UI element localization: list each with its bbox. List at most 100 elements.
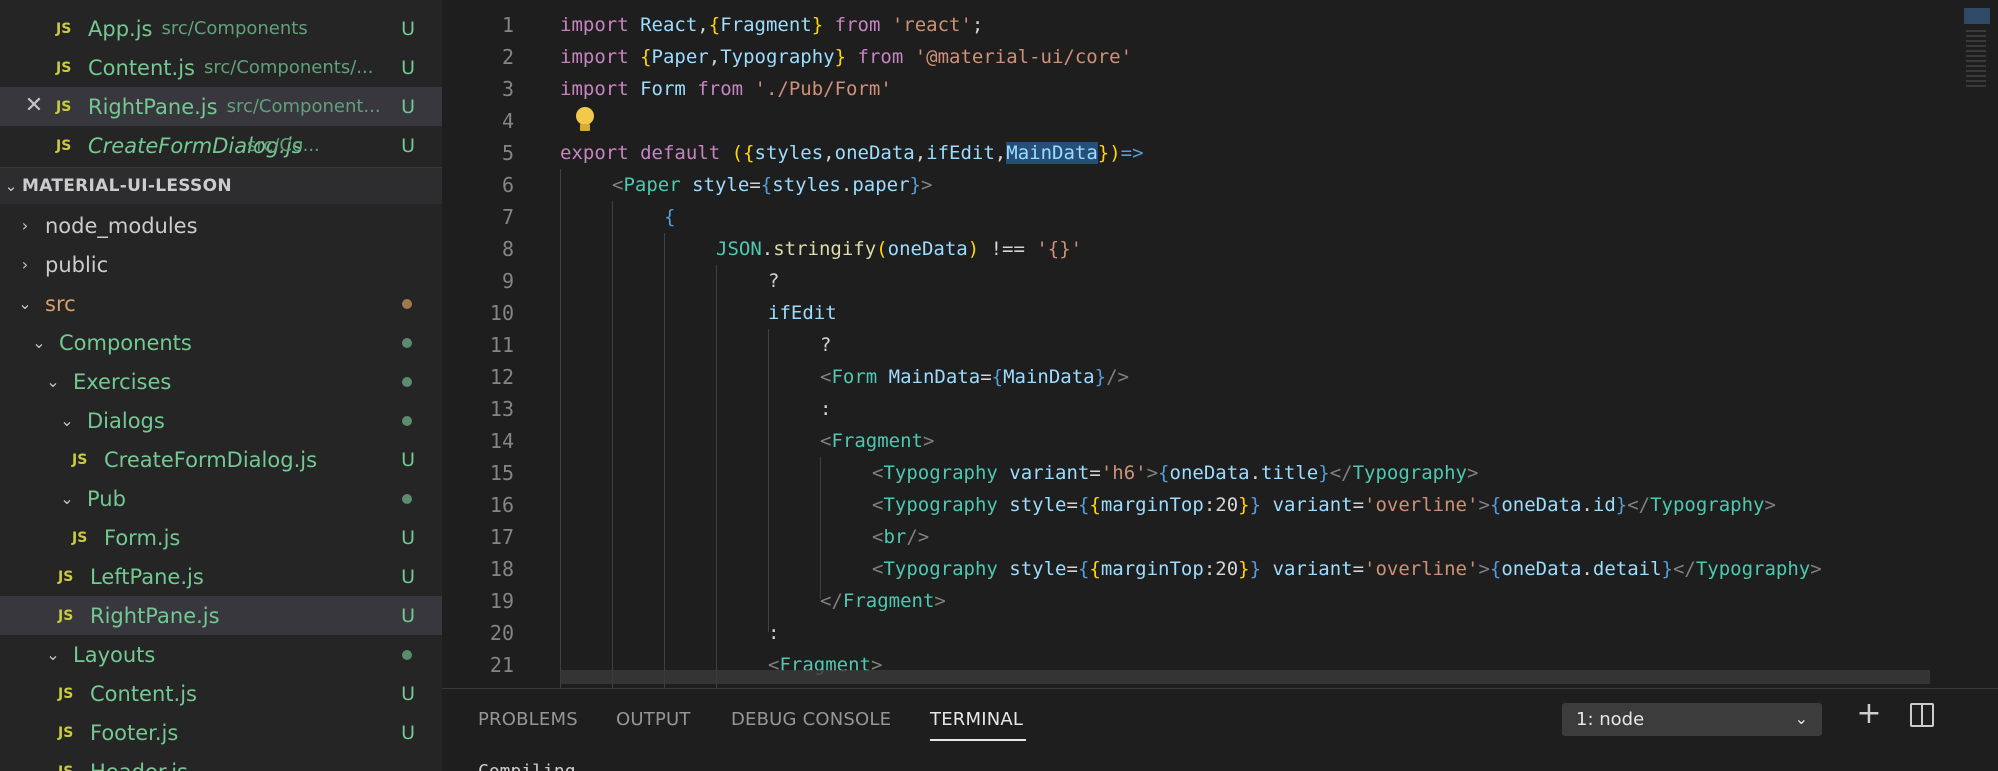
js-file-icon: JS	[58, 764, 78, 771]
git-status-untracked: U	[401, 682, 415, 705]
tree-item-label: Layouts	[73, 642, 156, 667]
code-line[interactable]: export default ({styles,oneData,ifEdit,M…	[560, 137, 1144, 169]
code-line[interactable]: <Typography style={{marginTop:20}} varia…	[872, 489, 1776, 521]
horizontal-scrollbar[interactable]	[560, 670, 1930, 684]
split-terminal-icon[interactable]	[1910, 703, 1934, 727]
tree-folder-src[interactable]: ⌄ src	[0, 284, 442, 323]
tree-file-form[interactable]: JS Form.js U	[0, 518, 442, 557]
js-file-icon: JS	[58, 724, 74, 741]
line-number: 8	[501, 237, 514, 261]
tab-problems[interactable]: PROBLEMS	[478, 709, 578, 730]
code-line[interactable]: <br/>	[872, 521, 929, 553]
open-editor-path: src/Co...	[247, 135, 320, 156]
tree-item-label: LeftPane.js	[90, 564, 204, 589]
code-line[interactable]: </Fragment>	[820, 585, 946, 617]
open-editor-item[interactable]: JS Content.js src/Components/... U	[0, 48, 442, 87]
tree-folder-layouts[interactable]: ⌄ Layouts	[0, 635, 442, 674]
open-editor-path: src/Components	[161, 18, 308, 39]
code-line[interactable]: import React,{Fragment} from 'react';	[560, 9, 983, 41]
tab-debug-console[interactable]: DEBUG CONSOLE	[731, 709, 891, 730]
tree-item-label: public	[45, 252, 109, 277]
js-file-icon: JS	[58, 607, 74, 624]
tree-file-createformdialog[interactable]: JS CreateFormDialog.js U	[0, 440, 442, 479]
tree-folder-public[interactable]: › public	[0, 245, 442, 284]
code-line[interactable]: ifEdit	[768, 297, 837, 329]
minimap-content	[1966, 30, 1986, 90]
tree-item-label: Content.js	[90, 681, 197, 706]
chevron-right-icon: ›	[21, 255, 29, 274]
code-line[interactable]: <Form MainData={MainData}/>	[820, 361, 1129, 393]
code-line[interactable]: JSON.stringify(oneData) !== '{}'	[716, 233, 1082, 265]
tree-folder-node-modules[interactable]: › node_modules	[0, 206, 442, 245]
terminal-selector[interactable]: 1: node ⌄	[1562, 703, 1822, 736]
tree-folder-pub[interactable]: ⌄ Pub	[0, 479, 442, 518]
tab-output[interactable]: OUTPUT	[616, 709, 691, 730]
tree-file-footer[interactable]: JS Footer.js U	[0, 713, 442, 752]
code-line[interactable]: import {Paper,Typography} from '@materia…	[560, 41, 1132, 73]
code-line[interactable]: <Typography variant='h6'>{oneData.title}…	[872, 457, 1478, 489]
untracked-dot-icon	[402, 416, 412, 426]
tree-item-label: Pub	[87, 486, 126, 511]
git-status-untracked: U	[401, 134, 415, 157]
chevron-down-icon: ⌄	[60, 411, 74, 430]
indent-guide	[768, 329, 769, 632]
line-number: 16	[489, 493, 514, 517]
code-line[interactable]: {	[664, 201, 675, 233]
close-icon[interactable]: ✕	[22, 94, 46, 118]
tree-file-rightpane[interactable]: JS RightPane.js U	[0, 596, 442, 635]
line-number: 9	[501, 269, 514, 293]
open-editor-path: src/Component...	[226, 96, 381, 117]
code-line[interactable]: :	[820, 393, 831, 425]
tree-file-header[interactable]: JS Header.js	[0, 752, 442, 771]
tab-terminal[interactable]: TERMINAL	[930, 709, 1023, 730]
lightbulb-icon[interactable]	[574, 107, 596, 133]
line-number: 13	[489, 397, 514, 421]
line-number: 19	[489, 589, 514, 613]
explorer-sidebar: JS App.js src/Components U JS Content.js…	[0, 0, 442, 771]
chevron-down-icon: ⌄	[60, 489, 74, 508]
open-editor-item[interactable]: JS CreateFormDialog.js src/Co... U	[0, 126, 442, 165]
tree-folder-dialogs[interactable]: ⌄ Dialogs	[0, 401, 442, 440]
line-number: 21	[489, 653, 514, 677]
tree-folder-exercises[interactable]: ⌄ Exercises	[0, 362, 442, 401]
git-status-untracked: U	[401, 95, 415, 118]
chevron-down-icon: ⌄	[4, 177, 18, 195]
code-line[interactable]: import Form from './Pub/Form'	[560, 73, 892, 105]
code-editor[interactable]: 1 2 3 4 5 6 7 8 9 10 11 12 13 14 15 16 1…	[442, 0, 1998, 688]
code-line[interactable]: ?	[820, 329, 831, 361]
tree-folder-components[interactable]: ⌄ Components	[0, 323, 442, 362]
chevron-down-icon: ⌄	[1794, 709, 1808, 728]
new-terminal-plus-icon[interactable]: +	[1854, 699, 1884, 729]
open-editor-item-active[interactable]: ✕ JS RightPane.js src/Component... U	[0, 87, 442, 126]
tree-file-content[interactable]: JS Content.js U	[0, 674, 442, 713]
tree-file-leftpane[interactable]: JS LeftPane.js U	[0, 557, 442, 596]
code-line[interactable]: <Fragment>	[820, 425, 934, 457]
code-line[interactable]: ?	[768, 265, 779, 297]
tree-item-label: node_modules	[45, 213, 198, 238]
tree-item-label: Exercises	[73, 369, 172, 394]
code-line[interactable]: <Paper style={styles.paper}>	[612, 169, 932, 201]
line-number: 14	[489, 429, 514, 453]
git-status-untracked: U	[401, 56, 415, 79]
line-number: 10	[489, 301, 514, 325]
code-line[interactable]: <Typography style={{marginTop:20}} varia…	[872, 553, 1822, 585]
tree-item-label: CreateFormDialog.js	[104, 447, 318, 472]
js-file-icon: JS	[56, 137, 72, 154]
js-file-icon: JS	[58, 685, 74, 702]
code-line[interactable]: :	[768, 617, 779, 649]
line-number: 15	[489, 461, 514, 485]
indent-guide	[716, 265, 717, 688]
modified-dot-icon	[402, 299, 412, 309]
untracked-dot-icon	[402, 377, 412, 387]
js-file-icon: JS	[56, 59, 72, 76]
git-status-untracked: U	[401, 721, 415, 744]
minimap[interactable]	[1954, 0, 1998, 688]
chevron-down-icon: ⌄	[32, 333, 46, 352]
active-tab-indicator	[930, 739, 1026, 741]
chevron-down-icon: ⌄	[18, 294, 32, 313]
git-status-untracked: U	[401, 448, 415, 471]
open-editor-item[interactable]: JS App.js src/Components U	[0, 9, 442, 48]
explorer-section-header[interactable]: ⌄ MATERIAL-UI-LESSON	[0, 167, 442, 204]
line-number: 2	[501, 45, 514, 69]
untracked-dot-icon	[402, 338, 412, 348]
